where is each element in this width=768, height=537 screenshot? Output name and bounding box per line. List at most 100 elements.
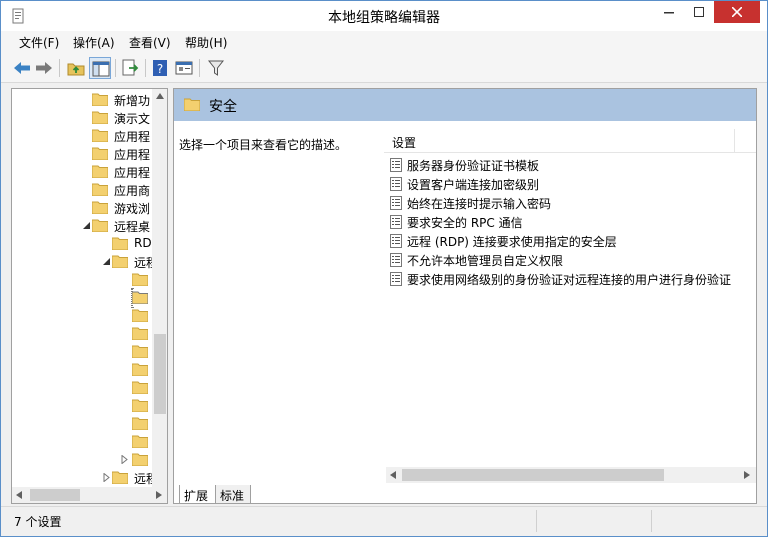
status-divider [536,510,537,532]
folder-icon [132,399,148,412]
folder-icon [132,273,148,286]
tab-extended[interactable]: 扩展 [179,485,215,504]
tree-vertical-scrollbar[interactable] [152,89,167,487]
tab-label: 扩展 [184,489,209,503]
folder-icon [112,471,128,484]
tree-item-label: 演示文 [114,112,151,126]
folder-icon [92,111,108,124]
help-icon: ? [153,60,167,76]
menu-bar: 文件(F) 操作(A) 查看(V) 帮助(H) [1,31,767,53]
scroll-right-icon[interactable] [744,471,750,479]
menu-help[interactable]: 帮助(H) [185,34,227,51]
toolbar-separator [199,59,200,77]
tree-item-label: 游戏浏 [114,202,151,216]
status-bar: 7 个设置 [1,506,767,536]
maximize-button[interactable] [684,1,714,23]
folder-icon [92,183,108,196]
setting-item-label: 远程 (RDP) 连接要求使用指定的安全层 [407,235,617,249]
setting-item-label: 要求安全的 RPC 通信 [407,216,523,230]
forward-button[interactable] [33,57,55,79]
description-text: 选择一个项目来查看它的描述。 [179,138,348,152]
tree-item-label: RD [134,236,152,250]
folder-icon [132,417,148,430]
triangle-down-icon [103,258,110,265]
tree-item-label: 应用程 [114,166,151,180]
help-button[interactable]: ? [149,57,171,79]
policy-setting-icon [390,272,402,286]
folder-icon [92,201,108,214]
tree-item-label: 新增功 [114,94,151,108]
menu-view[interactable]: 查看(V) [129,34,171,51]
folder-icon [132,327,148,340]
toolbar-separator [145,59,146,77]
export-list-button[interactable] [119,57,141,79]
back-button[interactable] [11,57,33,79]
policy-setting-icon [390,158,402,172]
folder-icon [132,345,148,358]
tree-item-label: 应用程 [114,148,151,162]
show-hide-tree-button[interactable] [89,57,111,79]
setting-item-label: 要求使用网络级别的身份验证对远程连接的用户进行身份验证 [407,273,732,287]
setting-item-label: 始终在连接时提示输入密码 [407,197,552,211]
close-button[interactable] [714,1,760,23]
triangle-right-icon [121,455,128,464]
forward-arrow-icon [36,62,52,74]
folder-icon [112,255,128,268]
properties-button[interactable] [173,57,195,79]
folder-icon [92,219,108,232]
filter-button[interactable] [205,57,227,79]
column-header-setting[interactable]: 设置 [384,129,756,153]
export-list-icon [122,59,139,76]
tab-standard[interactable]: 标准 [215,485,251,504]
folder-icon [92,165,108,178]
status-text: 7 个设置 [14,515,62,529]
menu-action[interactable]: 操作(A) [73,34,115,51]
tree-vertical-scroll-thumb[interactable] [154,334,166,414]
settings-horizontal-scroll-thumb[interactable] [402,469,664,481]
folder-icon [132,453,148,466]
tree-horizontal-scroll-thumb[interactable] [30,489,80,501]
folder-icon [92,93,108,106]
column-divider[interactable] [734,129,735,153]
window: 本地组策略编辑器 文件(F) 操作(A) 查看(V) 帮助(H) ? 新增功 演… [0,0,768,537]
minimize-icon [664,12,674,14]
title-bar[interactable]: 本地组策略编辑器 [1,1,767,31]
setting-item-label: 设置客户端连接加密级别 [407,178,540,192]
folder-icon [132,309,148,322]
tree-item-label: 远程桌 [114,220,151,234]
toolbar: ? [1,53,767,83]
details-pane: 安全 选择一个项目来查看它的描述。 设置 服务器身份验证证书模板 设置客户端连接加… [173,88,757,504]
folder-icon [184,98,200,111]
show-hide-tree-icon [92,61,110,77]
up-folder-icon [67,63,85,76]
tree-item-label: 应用程 [114,130,151,144]
status-divider [651,510,652,532]
folder-icon [132,363,148,376]
policy-setting-icon [390,234,402,248]
menu-file[interactable]: 文件(F) [19,34,59,51]
pane-header: 安全 [174,89,756,121]
folder-icon [132,435,148,448]
tree-pane[interactable]: 新增功 演示文 应用程 应用程 应用程 应用商 游戏浏 远程桌 RD 远程 远程 [11,88,168,504]
up-one-level-button[interactable] [65,57,87,79]
triangle-right-icon [103,473,110,482]
policy-setting-icon [390,253,402,267]
folder-icon [132,381,148,394]
scroll-left-icon[interactable] [16,491,22,499]
setting-item-label: 服务器身份验证证书模板 [407,159,540,173]
scroll-right-icon[interactable] [156,491,162,499]
folder-icon [132,291,148,304]
policy-setting-icon [390,196,402,210]
view-tabs: 扩展 标准 [173,485,293,505]
tree-horizontal-scrollbar[interactable] [12,487,167,503]
toolbar-separator [59,59,60,77]
settings-horizontal-scrollbar[interactable] [386,467,756,483]
folder-icon [92,147,108,160]
window-title: 本地组策略编辑器 [328,10,440,26]
scroll-up-icon[interactable] [156,93,164,99]
minimize-button[interactable] [654,1,684,23]
properties-icon [175,61,193,75]
filter-icon [207,60,225,76]
scroll-left-icon[interactable] [390,471,396,479]
svg-text:?: ? [157,62,163,76]
